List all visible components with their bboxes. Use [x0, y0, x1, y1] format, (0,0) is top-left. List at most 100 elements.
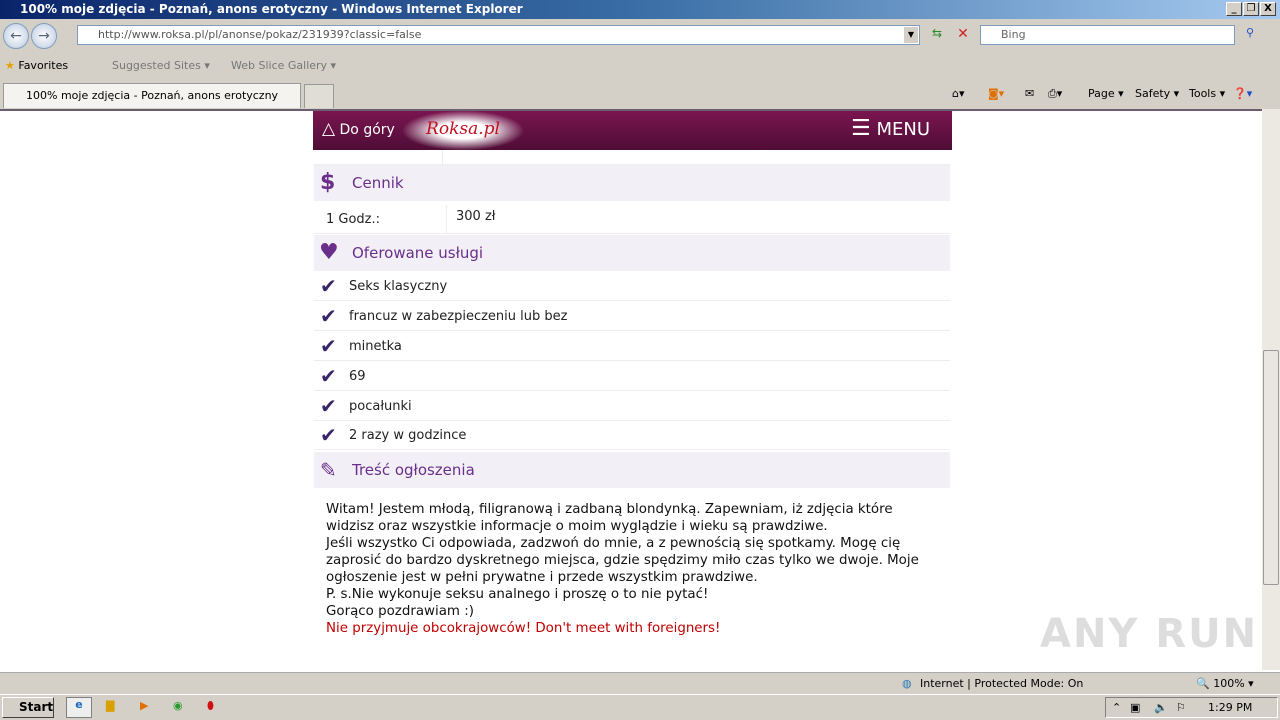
forward-button[interactable]: →	[31, 23, 57, 49]
pricing-section-header: $ Cennik	[314, 165, 950, 201]
check-icon: ✔	[320, 394, 337, 418]
services-section-header: ♥ Oferowane usługi	[314, 235, 950, 271]
new-tab-button[interactable]	[304, 84, 334, 108]
ad-description: Witam! Jestem młodą, filigranową i zadba…	[314, 491, 950, 670]
service-label: Seks klasyczny	[349, 279, 448, 294]
status-bar: ◍ Internet | Protected Mode: On 🔍 100% ▾	[0, 672, 1280, 694]
address-dropdown-button[interactable]: ▼	[904, 27, 918, 43]
ie-taskbar-icon[interactable]: e	[66, 697, 92, 718]
price-value: 300 zł	[456, 209, 496, 224]
service-label: pocałunki	[349, 399, 412, 414]
volume-icon[interactable]: 🔈	[1154, 698, 1168, 717]
search-icon[interactable]: ⚲	[1240, 26, 1260, 45]
check-icon: ✔	[320, 304, 337, 328]
menu-label: MENU	[876, 119, 931, 140]
tab-active[interactable]: 100% moje zdjęcia - Poznań, anons erotyc…	[3, 83, 301, 108]
search-input[interactable]: Bing	[980, 25, 1235, 45]
start-label: Start	[19, 700, 54, 714]
service-label: francuz w zabezpieczeniu lub bez	[349, 309, 568, 324]
ad-paragraph: P. s.Nie wykonuje seksu analnego i prosz…	[326, 587, 709, 602]
star-icon: ★	[5, 59, 15, 72]
service-item: ✔ Seks klasyczny	[314, 272, 950, 301]
refresh-icon[interactable]: ⇆	[927, 26, 947, 45]
section-title: Oferowane usługi	[352, 244, 484, 262]
print-icon[interactable]: ⎙▾	[1048, 86, 1062, 102]
network-icon[interactable]: ▣	[1130, 698, 1140, 717]
safety-menu[interactable]: Safety ▾	[1135, 86, 1179, 102]
price-row: 1 Godz.: 300 zł	[314, 205, 950, 234]
menu-button[interactable]: ☰ MENU	[851, 116, 930, 143]
service-item: ✔ minetka	[314, 332, 950, 361]
service-item: ✔ 2 razy w godzince	[314, 421, 950, 450]
page-viewport: △ Do góry Roksa.pl ☰ MENU Czas Pracy: dz…	[0, 109, 1262, 670]
back-to-top-label: Do góry	[339, 122, 395, 138]
url-text: http://www.roksa.pl/pl/anonse/pokaz/2319…	[98, 28, 422, 41]
watermark: ANY RUN	[1040, 611, 1259, 657]
ad-paragraph: Gorąco pozdrawiam :)	[326, 604, 474, 619]
link-label: Suggested Sites ▾	[112, 59, 210, 72]
window-title: 100% moje zdjęcia - Poznań, anons erotyc…	[20, 2, 523, 16]
check-icon: ✔	[320, 334, 337, 358]
ad-text-section-header: ✎ Treść ogłoszenia	[314, 452, 950, 488]
heart-icon: ♥	[319, 240, 339, 265]
tools-menu[interactable]: Tools ▾	[1189, 86, 1225, 102]
back-button[interactable]: ←	[3, 23, 29, 49]
zoom-level: 100%	[1213, 677, 1245, 690]
chrome-icon[interactable]: ◉	[173, 699, 183, 712]
check-icon: ✔	[320, 274, 337, 298]
service-label: 2 razy w godzince	[349, 428, 467, 443]
minimize-button[interactable]: _	[1226, 2, 1242, 16]
flag-icon[interactable]: ⚐	[1176, 698, 1186, 717]
web-slice-gallery-link[interactable]: Web Slice Gallery ▾	[231, 58, 336, 74]
mail-icon[interactable]: ✉	[1025, 86, 1034, 102]
back-to-top-button[interactable]: △ Do góry	[322, 120, 395, 139]
suggested-sites-link[interactable]: Suggested Sites ▾	[112, 58, 210, 74]
price-label: 1 Godz.:	[326, 212, 381, 227]
ad-content: Czas Pracy: dziś: od 12 do 20 $Cennik 1 …	[314, 111, 950, 670]
media-player-icon[interactable]: ▶	[140, 699, 148, 712]
check-icon: ✔	[320, 364, 337, 388]
service-item: ✔ francuz w zabezpieczeniu lub bez	[314, 302, 950, 331]
stop-icon[interactable]: ✕	[953, 26, 973, 45]
title-bar: 100% moje zdjęcia - Poznań, anons erotyc…	[0, 0, 1280, 19]
close-button[interactable]: X	[1260, 2, 1276, 16]
feeds-icon[interactable]: ◙▾	[988, 86, 1004, 102]
edit-note-icon: ✎	[320, 458, 337, 482]
opera-icon[interactable]: ⬮	[207, 699, 214, 713]
hamburger-icon: ☰	[851, 116, 871, 141]
address-bar[interactable]: http://www.roksa.pl/pl/anonse/pokaz/2319…	[77, 25, 920, 45]
favorites-label: Favorites	[18, 59, 69, 72]
globe-icon: ◍	[902, 677, 912, 690]
page-menu[interactable]: Page ▾	[1088, 86, 1124, 102]
zoom-control[interactable]: 🔍 100% ▾	[1196, 673, 1254, 694]
section-title: Treść ogłoszenia	[352, 461, 475, 479]
favorites-button[interactable]: ★ Favorites	[5, 58, 68, 74]
site-header: △ Do góry Roksa.pl ☰ MENU	[313, 111, 952, 150]
ad-paragraph: Jeśli wszystko Ci odpowiada, zadzwoń do …	[326, 536, 919, 585]
service-label: minetka	[349, 339, 402, 354]
ad-paragraph: Witam! Jestem młodą, filigranową i zadba…	[326, 502, 893, 534]
help-icon[interactable]: ❓▾	[1233, 86, 1252, 102]
check-icon: ✔	[320, 423, 337, 447]
site-logo[interactable]: Roksa.pl	[403, 111, 523, 150]
dollar-icon: $	[320, 170, 336, 195]
start-button[interactable]: Start	[2, 697, 54, 718]
system-tray: ⌃ ▣ 🔈 ⚐ 1:29 PM	[1105, 697, 1278, 718]
scrollbar-thumb[interactable]	[1263, 350, 1279, 585]
service-item: ✔ 69	[314, 362, 950, 391]
tab-title: 100% moje zdjęcia - Poznań, anons erotyc…	[26, 89, 279, 102]
service-item: ✔ pocałunki	[314, 392, 950, 421]
tray-expand-icon[interactable]: ⌃	[1112, 698, 1121, 717]
explorer-icon[interactable]: ▇	[106, 699, 114, 712]
search-placeholder: Bing	[1001, 28, 1026, 41]
link-label: Web Slice Gallery ▾	[231, 59, 337, 72]
clock[interactable]: 1:29 PM	[1208, 698, 1252, 717]
ad-warning: Nie przyjmuje obcokrajowców! Don't meet …	[326, 621, 721, 636]
service-label: 69	[349, 369, 366, 384]
section-title: Cennik	[352, 174, 404, 192]
restore-button[interactable]: ❐	[1243, 2, 1259, 16]
triangle-up-icon: △	[322, 119, 336, 139]
security-zone[interactable]: Internet | Protected Mode: On	[920, 673, 1083, 694]
taskbar	[0, 694, 1280, 720]
home-icon[interactable]: ⌂▾	[952, 86, 965, 102]
